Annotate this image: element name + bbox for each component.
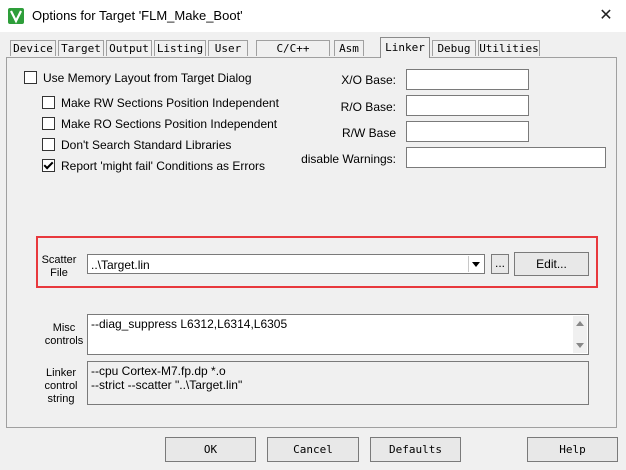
tab-utilities[interactable]: Utilities — [478, 40, 540, 56]
misc-scrollbar[interactable] — [573, 316, 587, 353]
scatter-label-line1: Scatter — [41, 254, 77, 266]
might-fail-errors-checkbox[interactable] — [42, 159, 55, 172]
tab-linker[interactable]: Linker — [380, 37, 430, 58]
xo-base-label: X/O Base: — [341, 73, 396, 87]
rw-position-independent-checkbox[interactable] — [42, 96, 55, 109]
misc-controls-value: --diag_suppress L6312,L6314,L6305 — [91, 317, 288, 331]
linker-control-string: --cpu Cortex-M7.fp.dp *.o --strict --sca… — [87, 361, 589, 405]
linker-label-line3: string — [47, 393, 75, 405]
misc-controls-label: Misc controls — [40, 322, 88, 348]
options-dialog: Options for Target 'FLM_Make_Boot' ✕ Dev… — [0, 0, 626, 470]
defaults-button[interactable]: Defaults — [370, 437, 461, 462]
misc-label-line2: controls — [44, 335, 84, 347]
window-title: Options for Target 'FLM_Make_Boot' — [32, 8, 243, 23]
linker-control-scrollbar[interactable] — [573, 363, 587, 403]
dont-search-std-libs-label: Don't Search Standard Libraries — [61, 138, 232, 152]
close-icon: ✕ — [599, 7, 613, 24]
scroll-up-icon[interactable] — [576, 321, 584, 326]
tab-listing[interactable]: Listing — [154, 40, 206, 56]
rw-base-label: R/W Base — [341, 126, 396, 140]
dont-search-std-libs-checkbox[interactable] — [42, 138, 55, 151]
help-button[interactable]: Help — [527, 437, 618, 462]
scatter-file-label: Scatter File — [40, 254, 78, 280]
linker-label-line2: control — [44, 380, 78, 392]
cancel-button[interactable]: Cancel — [267, 437, 359, 462]
use-memory-layout-checkbox[interactable] — [24, 71, 37, 84]
scatter-file-value: ..\Target.lin — [91, 258, 150, 272]
disable-warnings-label: disable Warnings: — [301, 152, 396, 166]
scatter-label-line2: File — [50, 267, 68, 279]
chevron-down-icon[interactable] — [468, 256, 483, 272]
edit-scatter-button[interactable]: Edit... — [514, 252, 589, 276]
tab-user[interactable]: User — [208, 40, 248, 56]
tab-cpp[interactable]: C/C++ (AC6) — [256, 40, 330, 71]
linker-control-line1: --cpu Cortex-M7.fp.dp *.o — [91, 364, 226, 378]
scatter-file-combo[interactable]: ..\Target.lin — [87, 254, 485, 274]
misc-controls-textarea[interactable]: --diag_suppress L6312,L6314,L6305 — [87, 314, 589, 355]
tab-asm[interactable]: Asm — [334, 40, 364, 56]
rw-base-input[interactable] — [406, 121, 529, 142]
tab-device[interactable]: Device — [10, 40, 56, 56]
ro-base-input[interactable] — [406, 95, 529, 116]
tab-output[interactable]: Output — [106, 40, 152, 56]
tab-target[interactable]: Target — [58, 40, 104, 56]
close-button[interactable]: ✕ — [592, 4, 620, 28]
browse-scatter-button[interactable]: ... — [491, 254, 509, 274]
scroll-down-icon[interactable] — [576, 343, 584, 348]
linker-label-line1: Linker — [46, 367, 76, 379]
linker-control-label: Linker control string — [37, 367, 85, 406]
might-fail-errors-label: Report 'might fail' Conditions as Errors — [61, 159, 265, 173]
keil-app-icon — [8, 8, 24, 24]
ok-button[interactable]: OK — [165, 437, 256, 462]
xo-base-input[interactable] — [406, 69, 529, 90]
ro-position-independent-checkbox[interactable] — [42, 117, 55, 130]
linker-control-line2: --strict --scatter "..\Target.lin" — [91, 378, 243, 392]
title-bar: Options for Target 'FLM_Make_Boot' ✕ — [0, 0, 626, 32]
misc-label-line1: Misc — [52, 322, 76, 334]
ro-position-independent-label: Make RO Sections Position Independent — [61, 117, 278, 131]
tab-debug[interactable]: Debug — [432, 40, 476, 56]
ro-base-label: R/O Base: — [340, 100, 396, 114]
use-memory-layout-label: Use Memory Layout from Target Dialog — [43, 71, 252, 85]
disable-warnings-input[interactable] — [406, 147, 606, 168]
rw-position-independent-label: Make RW Sections Position Independent — [61, 96, 279, 110]
